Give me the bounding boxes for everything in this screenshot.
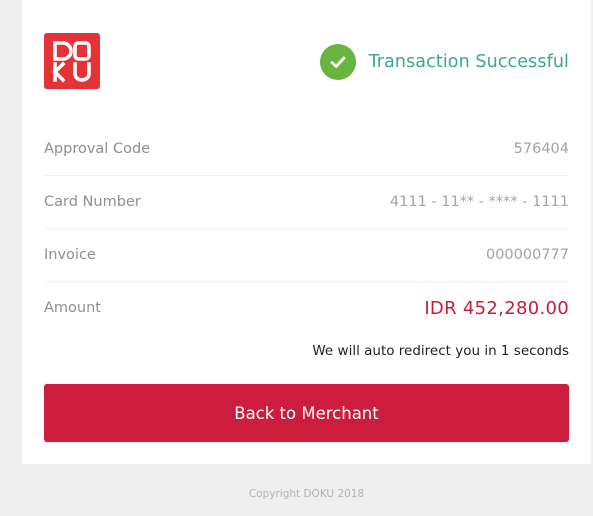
payment-result-page: Transaction Successful Approval Code 576… xyxy=(0,0,593,516)
status-text: Transaction Successful xyxy=(368,52,569,72)
card-number-value: 4111 - 11** - **** - 1111 xyxy=(389,194,569,210)
transaction-card: Transaction Successful Approval Code 576… xyxy=(22,0,591,464)
detail-row-invoice: Invoice 000000777 xyxy=(44,228,569,281)
card-number-label: Card Number xyxy=(44,194,141,210)
detail-row-amount: Amount IDR 452,280.00 xyxy=(44,281,569,334)
detail-row-card-number: Card Number 4111 - 11** - **** - 1111 xyxy=(44,175,569,228)
transaction-status: Transaction Successful xyxy=(319,44,569,80)
invoice-label: Invoice xyxy=(44,247,96,263)
approval-code-label: Approval Code xyxy=(44,141,151,157)
transaction-details: Approval Code 576404 Card Number 4111 - … xyxy=(44,123,569,334)
approval-code-value: 576404 xyxy=(513,141,569,157)
amount-value: IDR 452,280.00 xyxy=(424,297,569,319)
detail-row-approval-code: Approval Code 576404 xyxy=(44,123,569,175)
doku-logo xyxy=(44,33,100,89)
copyright-footer: Copyright DOKU 2018 xyxy=(248,488,365,500)
redirect-notice: We will auto redirect you in 1 seconds xyxy=(312,343,569,359)
doku-logo-icon xyxy=(52,41,91,83)
invoice-value: 000000777 xyxy=(485,247,569,263)
amount-label: Amount xyxy=(44,300,101,316)
check-circle-icon xyxy=(319,44,356,80)
back-to-merchant-button[interactable]: Back to Merchant xyxy=(44,384,569,442)
